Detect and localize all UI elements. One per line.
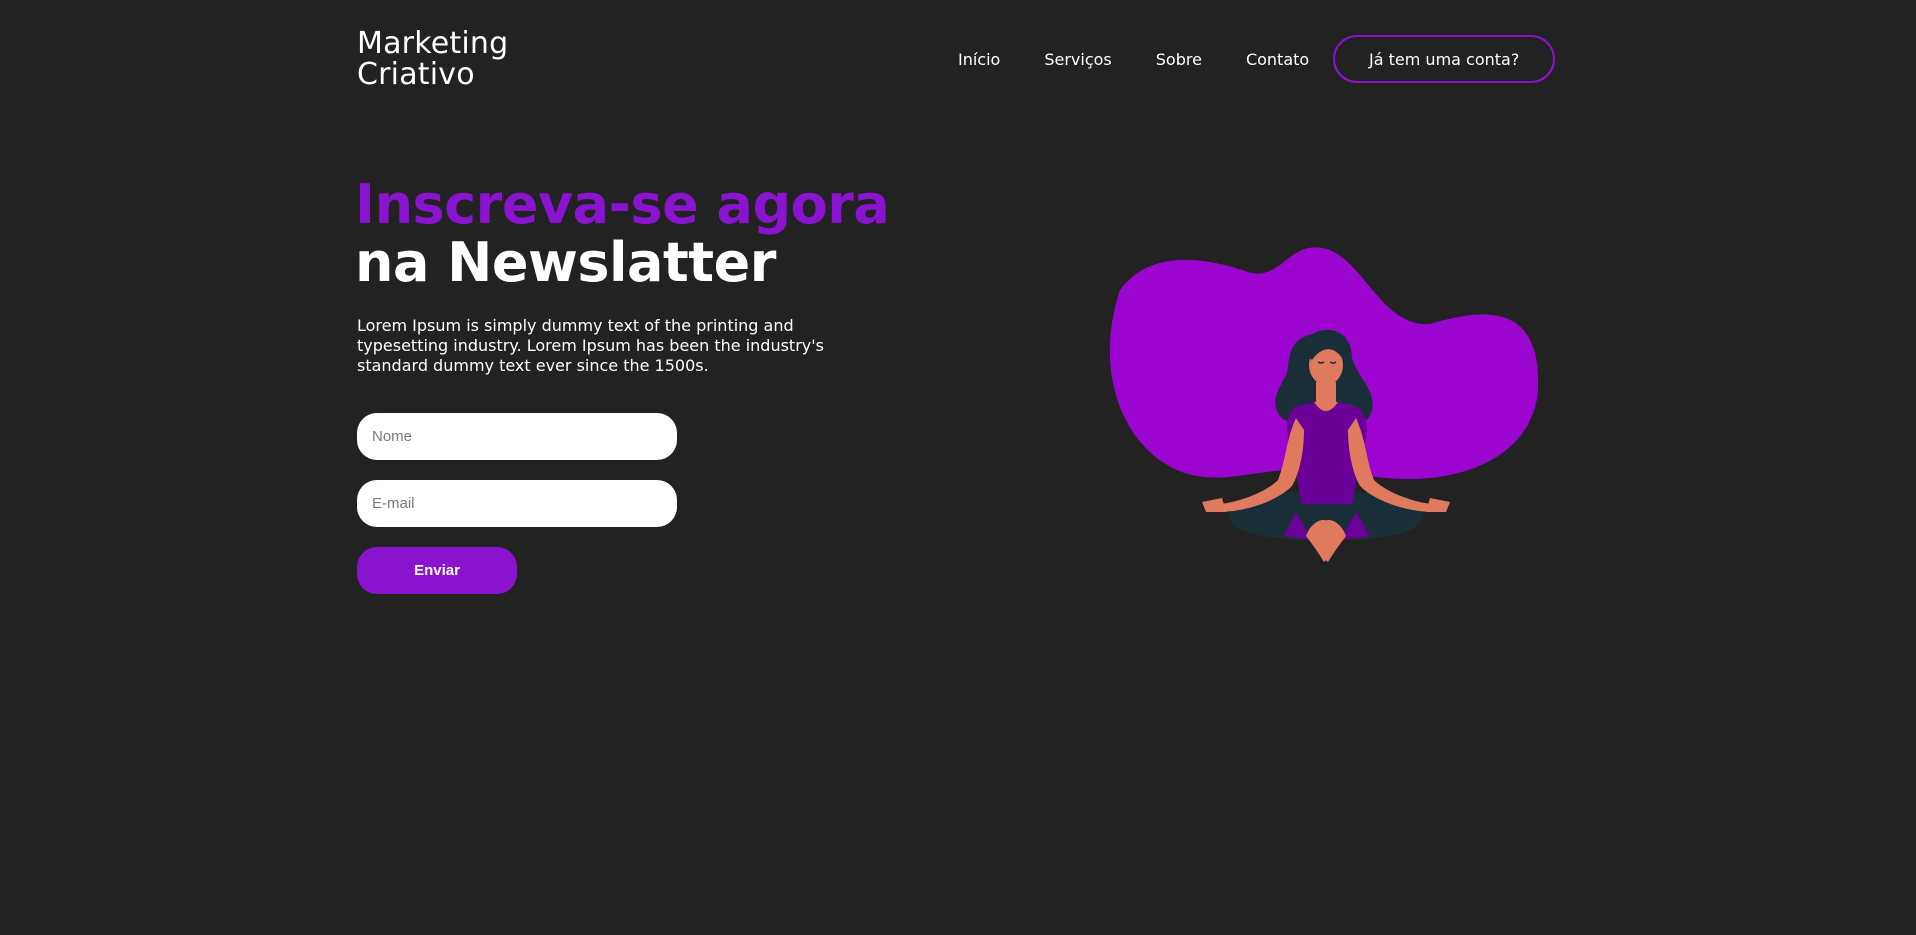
newsletter-page: Marketing Criativo Início Serviços Sobre… — [0, 0, 1916, 935]
meditation-illustration — [1090, 240, 1560, 580]
nav-link-inicio[interactable]: Início — [958, 50, 1000, 69]
page-title: Inscreva-se agora na Newslatter — [355, 173, 890, 294]
email-input[interactable] — [357, 480, 677, 527]
nav-link-sobre[interactable]: Sobre — [1156, 50, 1202, 69]
brand-logo[interactable]: Marketing Criativo — [357, 28, 508, 90]
brand-logo-line-1: Marketing — [357, 26, 509, 61]
main-nav: Início Serviços Sobre Contato Já tem uma… — [958, 35, 1556, 83]
page-title-rest: na Newslatter — [355, 231, 776, 294]
brand-logo-line-2: Criativo — [357, 57, 475, 92]
hero-description: Lorem Ipsum is simply dummy text of the … — [357, 316, 824, 375]
nav-link-contato[interactable]: Contato — [1246, 50, 1309, 69]
name-input[interactable] — [357, 413, 677, 460]
page-title-highlight: Inscreva-se agora — [355, 173, 890, 236]
submit-button[interactable]: Enviar — [357, 547, 517, 594]
nav-link-servicos[interactable]: Serviços — [1044, 50, 1111, 69]
meditating-woman-icon — [1109, 247, 1539, 562]
login-button[interactable]: Já tem uma conta? — [1333, 35, 1556, 83]
